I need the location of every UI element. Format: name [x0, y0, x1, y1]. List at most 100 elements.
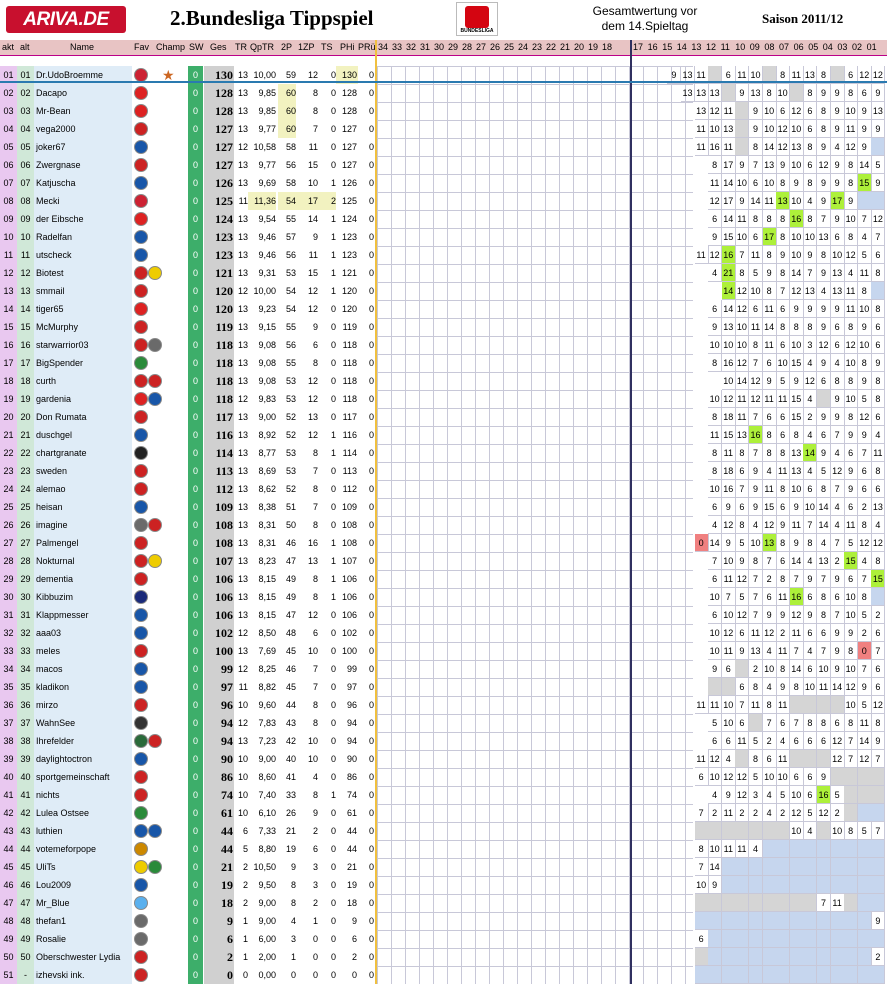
table-row[interactable]: 23 23 sweden 0 113 13 8,69 53 7 0 113 0 8 18 6 9 4 11 13 4 5…	[0, 462, 887, 480]
player-name[interactable]: starwarrior03	[34, 336, 132, 354]
player-name[interactable]: WahnSee	[34, 714, 132, 732]
player-name[interactable]: smmail	[34, 282, 132, 300]
player-name[interactable]: BigSpender	[34, 354, 132, 372]
table-row[interactable]: 21 21 duschgel 0 116 13 8,92 52 12 1 116 0 11 15 13 16 8…	[0, 426, 887, 444]
table-row[interactable]: 35 35 kladikon 0 97 11 8,82 45 7 0 97 0 6 8 4 9 8 10 11 14 1…	[0, 678, 887, 696]
col-ges[interactable]: Ges	[210, 42, 227, 52]
col-tr[interactable]: TR	[235, 42, 247, 52]
table-row[interactable]: 34 34 macos 0 99 12 8,25 46 7 0 99 0 9 6 2 10 8 14 6 10 9 10 7…	[0, 660, 887, 678]
player-name[interactable]: tiger65	[34, 300, 132, 318]
player-name[interactable]: dementia	[34, 570, 132, 588]
table-row[interactable]: 03 03 Mr-Bean 0 128 13 9,85 60 8 0 128 0 13 12 11 9 10 6 1…	[0, 102, 887, 120]
table-row[interactable]: 50 50 Oberschwester Lydia 0 2 1 2,00 1 0 0 2 0 2	[0, 948, 887, 966]
table-row[interactable]: 18 18 curth 0 118 13 9,08 53 12 0 118 0 10 14 12 9 5 9 12 6…	[0, 372, 887, 390]
player-name[interactable]: alemao	[34, 480, 132, 498]
player-name[interactable]: utscheck	[34, 246, 132, 264]
player-name[interactable]: meles	[34, 642, 132, 660]
player-name[interactable]: der Eibsche	[34, 210, 132, 228]
player-name[interactable]: macos	[34, 660, 132, 678]
table-row[interactable]: 16 16 starwarrior03 0 118 13 9,08 56 6 0 118 0 10 10 1…	[0, 336, 887, 354]
col-sw[interactable]: SW	[189, 42, 204, 52]
player-name[interactable]: imagine	[34, 516, 132, 534]
table-row[interactable]: 10 10 Radelfan 0 123 13 9,46 57 9 1 123 0 9 15 10 6 17 8 1…	[0, 228, 887, 246]
table-row[interactable]: 51- izhevski ink. 0 0 0 0,00 0 0 0 0 0	[0, 966, 887, 984]
col-2p[interactable]: 2P	[281, 42, 292, 52]
table-row[interactable]: 09 09 der Eibsche 0 124 13 9,54 55 14 1 124 0 6 14 11 8…	[0, 210, 887, 228]
table-row[interactable]: 29 29 dementia 0 106 13 8,15 49 8 1 106 0 6 11 12 7 2 8 7 9…	[0, 570, 887, 588]
player-name[interactable]: Mr-Bean	[34, 102, 132, 120]
table-row[interactable]: 39 39 daylightoctron 0 90 10 9,00 40 10 0 90 0 11 12 4…	[0, 750, 887, 768]
table-row[interactable]: 47 47 Mr_Blue 0 18 2 9,00 8 2 0 18 0 7 11	[0, 894, 887, 912]
table-row[interactable]: 02 02 Dacapo 0 128 13 9,85 60 8 0 128 0 13 13 13 9 13 8 10…	[0, 84, 887, 102]
table-row[interactable]: 13 13 smmail 0 120 12 10,00 54 12 1 120 0 14 12 10 8 7 12…	[0, 282, 887, 300]
table-row[interactable]: 24 24 alemao 0 112 13 8,62 52 8 0 112 0 10 16 7 9 11 8 10 6…	[0, 480, 887, 498]
table-row[interactable]: 22 22 chartgranate 0 114 13 8,77 53 8 1 114 0 8 11 8 7 8…	[0, 444, 887, 462]
col-name[interactable]: Name	[70, 42, 94, 52]
table-row[interactable]: 41 41 nichts 0 74 10 7,40 33 8 1 74 0 4 9 12 3 4 5 10 6 16 5	[0, 786, 887, 804]
col-qptr[interactable]: QpTR	[250, 42, 274, 52]
table-row[interactable]: 20 20 Don Rumata 0 117 13 9,00 52 13 0 117 0 8 18 11 7 6…	[0, 408, 887, 426]
table-row[interactable]: 46 46 Lou2009 0 19 2 9,50 8 3 0 19 0 10 9	[0, 876, 887, 894]
player-name[interactable]: Mecki	[34, 192, 132, 210]
player-name[interactable]: luthien	[34, 822, 132, 840]
player-name[interactable]: UliTs	[34, 858, 132, 876]
player-name[interactable]: sportgemeinschaft	[34, 768, 132, 786]
player-name[interactable]: Rosalie	[34, 930, 132, 948]
table-row[interactable]: 33 33 meles 0 100 13 7,69 45 10 0 100 0 10 11 9 13 4 11 7 4…	[0, 642, 887, 660]
player-name[interactable]: mirzo	[34, 696, 132, 714]
player-name[interactable]: Lulea Ostsee	[34, 804, 132, 822]
ariva-logo[interactable]: ARIVA.DE	[6, 6, 126, 33]
col-1zp[interactable]: 1ZP	[298, 42, 315, 52]
col-pru[interactable]: PRü	[358, 42, 376, 52]
player-name[interactable]: heisan	[34, 498, 132, 516]
col-champ[interactable]: Champ	[156, 42, 185, 52]
player-name[interactable]: Ihrefelder	[34, 732, 132, 750]
table-row[interactable]: 45 45 UliTs 0 21 2 10,50 9 3 0 21 0 7 14	[0, 858, 887, 876]
table-row[interactable]: 05 05 joker67 0 127 12 10,58 58 11 0 127 0 11 16 11 8 14…	[0, 138, 887, 156]
player-name[interactable]: aaa03	[34, 624, 132, 642]
player-name[interactable]: Nokturnal	[34, 552, 132, 570]
col-phi[interactable]: PHi	[340, 42, 355, 52]
player-name[interactable]: sweden	[34, 462, 132, 480]
table-row[interactable]: 32 32 aaa03 0 102 12 8,50 48 6 0 102 0 10 12 6 11 12 2 11 6…	[0, 624, 887, 642]
table-row[interactable]: 14 14 tiger65 0 120 13 9,23 54 12 0 120 0 6 14 12 6 11 6 9…	[0, 300, 887, 318]
player-name[interactable]: vega2000	[34, 120, 132, 138]
player-name[interactable]: Katjuscha	[34, 174, 132, 192]
player-name[interactable]: duschgel	[34, 426, 132, 444]
player-name[interactable]: izhevski ink.	[34, 966, 132, 984]
table-row[interactable]: 17 17 BigSpender 0 118 13 9,08 55 8 0 118 0 8 16 12 7 6 1…	[0, 354, 887, 372]
player-name[interactable]: votemeforpope	[34, 840, 132, 858]
player-name[interactable]: kladikon	[34, 678, 132, 696]
player-name[interactable]: Lou2009	[34, 876, 132, 894]
table-row[interactable]: 42 42 Lulea Ostsee 0 61 10 6,10 26 9 0 61 0 7 2 11 2 2 4 2…	[0, 804, 887, 822]
table-row[interactable]: 44 44 votemeforpope 0 44 5 8,80 19 6 0 44 0 8 10 11 11 4	[0, 840, 887, 858]
col-alt[interactable]: alt	[20, 42, 30, 52]
player-name[interactable]: McMurphy	[34, 318, 132, 336]
table-row[interactable]: 25 25 heisan 0 109 13 8,38 51 7 0 109 0 6 9 6 9 15 6 9 10 14…	[0, 498, 887, 516]
table-row[interactable]: 15 15 McMurphy 0 119 13 9,15 55 9 0 119 0 9 13 10 11 14 8…	[0, 318, 887, 336]
player-name[interactable]: thefan1	[34, 912, 132, 930]
player-name[interactable]: chartgranate	[34, 444, 132, 462]
table-row[interactable]: 27 27 Palmengel 0 108 13 8,31 46 16 1 108 0 0 14 9 5 10 1…	[0, 534, 887, 552]
player-name[interactable]: Mr_Blue	[34, 894, 132, 912]
player-name[interactable]: Radelfan	[34, 228, 132, 246]
table-row[interactable]: 40 40 sportgemeinschaft 0 86 10 8,60 41 4 0 86 0 6 10…	[0, 768, 887, 786]
player-name[interactable]: curth	[34, 372, 132, 390]
table-row[interactable]: 37 37 WahnSee 0 94 12 7,83 43 8 0 94 0 5 10 6 7 6 7 8 8 6 8 11…	[0, 714, 887, 732]
table-row[interactable]: 28 28 Nokturnal 0 107 13 8,23 47 13 1 107 0 7 10 9 8 7 6 1…	[0, 552, 887, 570]
player-name[interactable]: Oberschwester Lydia	[34, 948, 132, 966]
player-name[interactable]: Kibbuzim	[34, 588, 132, 606]
player-name[interactable]: nichts	[34, 786, 132, 804]
table-row[interactable]: 11 11 utscheck 0 123 13 9,46 56 11 1 123 0 11 12 16 7 11…	[0, 246, 887, 264]
table-row[interactable]: 26 26 imagine 0 108 13 8,31 50 8 0 108 0 4 12 8 4 12 9 11 7…	[0, 516, 887, 534]
table-row[interactable]: 06 06 Zwergnase 0 127 13 9,77 56 15 0 127 0 8 17 9 7 13 9…	[0, 156, 887, 174]
table-row[interactable]: 04 04 vega2000 0 127 13 9,77 60 7 0 127 0 11 10 13 9 10 1…	[0, 120, 887, 138]
player-name[interactable]: Don Rumata	[34, 408, 132, 426]
table-row[interactable]: 07 07 Katjuscha 0 126 13 9,69 58 10 1 126 0 11 14 10 6 1…	[0, 174, 887, 192]
table-row[interactable]: 30 30 Kibbuzim 0 106 13 8,15 49 8 1 106 0 10 7 5 7 6 11 16…	[0, 588, 887, 606]
col-fav[interactable]: Fav	[134, 42, 149, 52]
player-name[interactable]: daylightoctron	[34, 750, 132, 768]
table-row[interactable]: 43 43 luthien 0 44 6 7,33 21 2 0 44 0 10 4 10 8 5 7	[0, 822, 887, 840]
table-row[interactable]: 38 38 Ihrefelder 0 94 13 7,23 42 10 0 94 0 6 6 11 5 2 4 6 6…	[0, 732, 887, 750]
player-name[interactable]: Biotest	[34, 264, 132, 282]
